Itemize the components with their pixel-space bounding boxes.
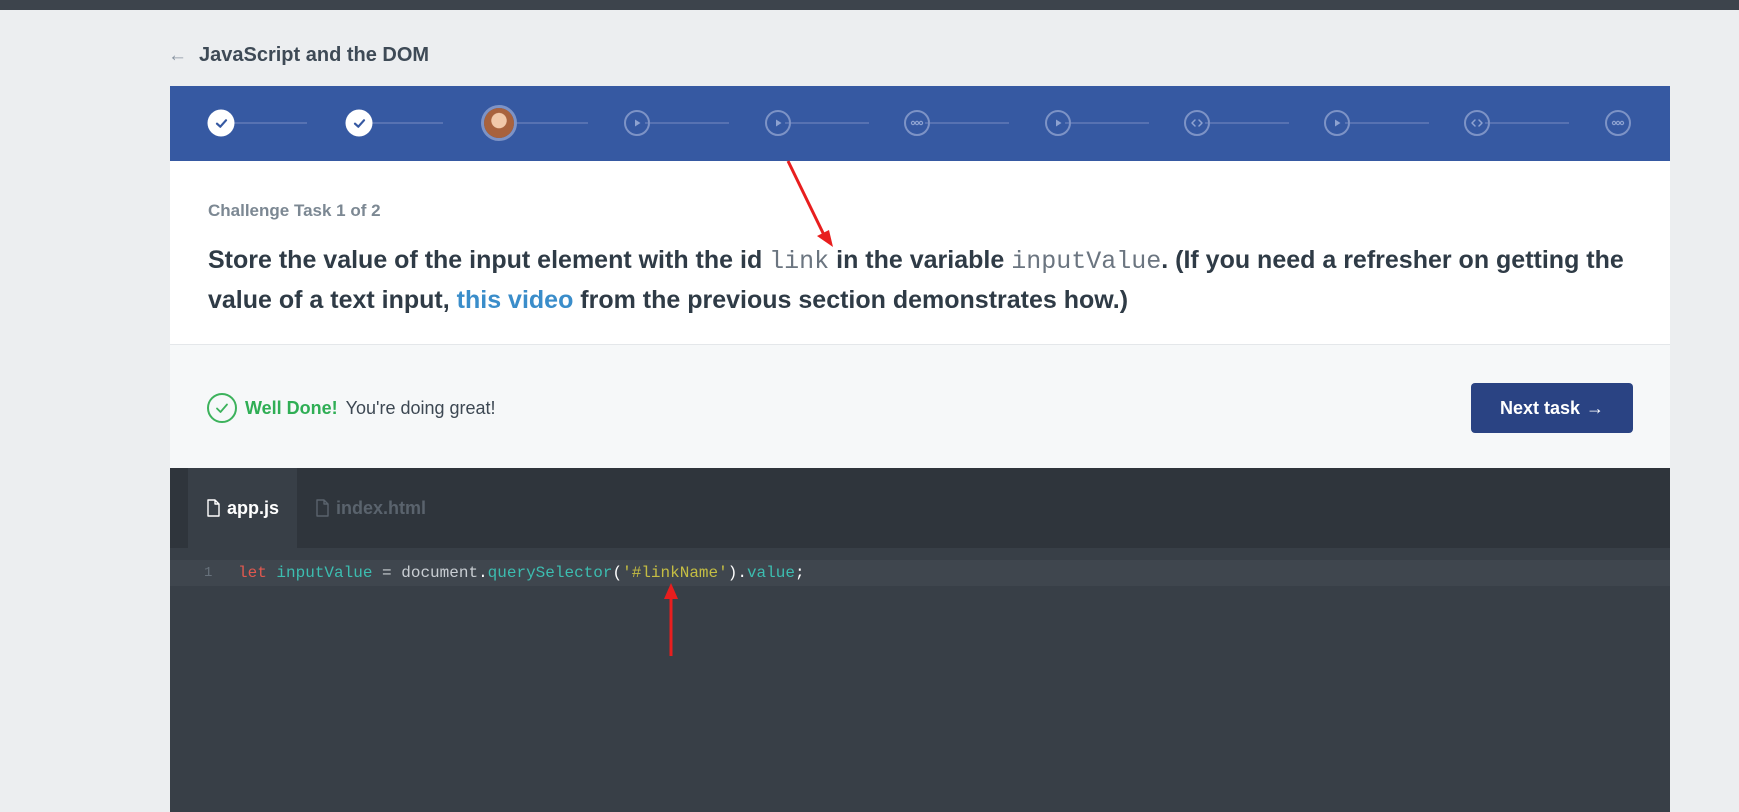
challenge-card: Challenge Task 1 of 2 Store the value of… [170, 86, 1670, 812]
step-6-quiz[interactable] [904, 110, 930, 136]
file-icon [207, 499, 220, 517]
step-connector [230, 122, 307, 124]
code-variable: inputValue [276, 564, 373, 582]
next-task-label: Next task [1499, 397, 1581, 418]
dots-icon [910, 120, 924, 126]
step-connector [1065, 122, 1149, 124]
task-text-part: from the previous section demonstrates h… [573, 286, 1129, 314]
task-label: Challenge Task 1 of 2 [208, 201, 381, 220]
code-line[interactable]: 1 let inputValue = document.querySelecto… [170, 560, 1670, 586]
code-icon [1471, 119, 1483, 127]
play-icon [635, 119, 641, 127]
play-icon [1335, 119, 1341, 127]
step-8-code[interactable] [1184, 110, 1210, 136]
editor-tabs: app.js index.html [170, 468, 1670, 548]
line-number: 1 [204, 565, 213, 581]
code-property: value [746, 564, 795, 582]
step-connector [1345, 122, 1429, 124]
next-task-button[interactable]: Next task → [1471, 383, 1633, 433]
well-done-text: Well Done! [245, 397, 338, 418]
tab-label: index.html [336, 497, 427, 518]
step-connector [925, 122, 1009, 124]
play-icon [1056, 119, 1062, 127]
dots-icon [1611, 120, 1625, 126]
avatar [484, 108, 514, 138]
code-object: document [401, 564, 479, 582]
step-2-completed[interactable] [345, 109, 373, 137]
step-connector [1485, 122, 1569, 124]
feedback-panel: Well Done! You're doing great! Next task… [170, 344, 1670, 468]
step-5-video[interactable] [765, 110, 791, 136]
tab-app-js[interactable]: app.js [188, 468, 298, 548]
step-connector [785, 122, 869, 124]
code-string: '#linkName' [622, 564, 728, 582]
step-11-quiz[interactable] [1605, 110, 1631, 136]
code-punctuation: . [478, 564, 488, 582]
course-title[interactable]: JavaScript and the DOM [199, 44, 429, 67]
progress-stepper [170, 86, 1670, 161]
task-instructions: Store the value of the input element wit… [208, 241, 1638, 320]
step-1-completed[interactable] [207, 109, 235, 137]
code-punctuation: ; [794, 564, 805, 582]
code-punctuation: ( [612, 564, 623, 582]
code-operator: = [372, 564, 402, 582]
task-code-id: link [769, 247, 830, 276]
top-bar [0, 0, 1739, 10]
code-keyword: let [238, 564, 267, 582]
step-connector [1205, 122, 1289, 124]
encouragement-text: You're doing great! [345, 397, 496, 418]
code-punctuation: . [737, 564, 747, 582]
step-3-current-avatar[interactable] [481, 105, 517, 141]
video-link[interactable]: this video [457, 286, 574, 314]
success-check-icon [207, 393, 237, 423]
play-icon [776, 119, 782, 127]
task-description: Challenge Task 1 of 2 Store the value of… [208, 201, 1638, 320]
check-icon [353, 118, 365, 128]
task-text-part: in the variable [829, 246, 1012, 274]
file-icon [316, 499, 329, 517]
step-9-video[interactable] [1324, 110, 1350, 136]
tab-label: app.js [227, 497, 280, 518]
task-code-var: inputValue [1011, 247, 1162, 276]
task-text-part: Store the value of the input element wit… [208, 246, 770, 274]
code-icon [1191, 119, 1203, 127]
code-editor[interactable]: app.js index.html 1 let inputValue = doc… [170, 468, 1670, 812]
check-icon [215, 118, 227, 128]
code-method: querySelector [487, 564, 613, 582]
arrow-right-icon: → [1586, 397, 1605, 418]
step-10-code[interactable] [1464, 110, 1490, 136]
step-7-video[interactable] [1045, 110, 1071, 136]
step-4-video[interactable] [624, 110, 650, 136]
code-text[interactable]: let inputValue = document.querySelector(… [238, 560, 805, 586]
step-connector [366, 122, 443, 124]
tab-index-html[interactable]: index.html [297, 468, 444, 548]
step-connector [645, 122, 729, 124]
back-to-course-link[interactable]: ← JavaScript and the DOM [168, 44, 429, 67]
success-message: Well Done! You're doing great! [207, 393, 496, 423]
back-arrow-icon: ← [168, 45, 187, 66]
code-punctuation: ) [727, 564, 738, 582]
